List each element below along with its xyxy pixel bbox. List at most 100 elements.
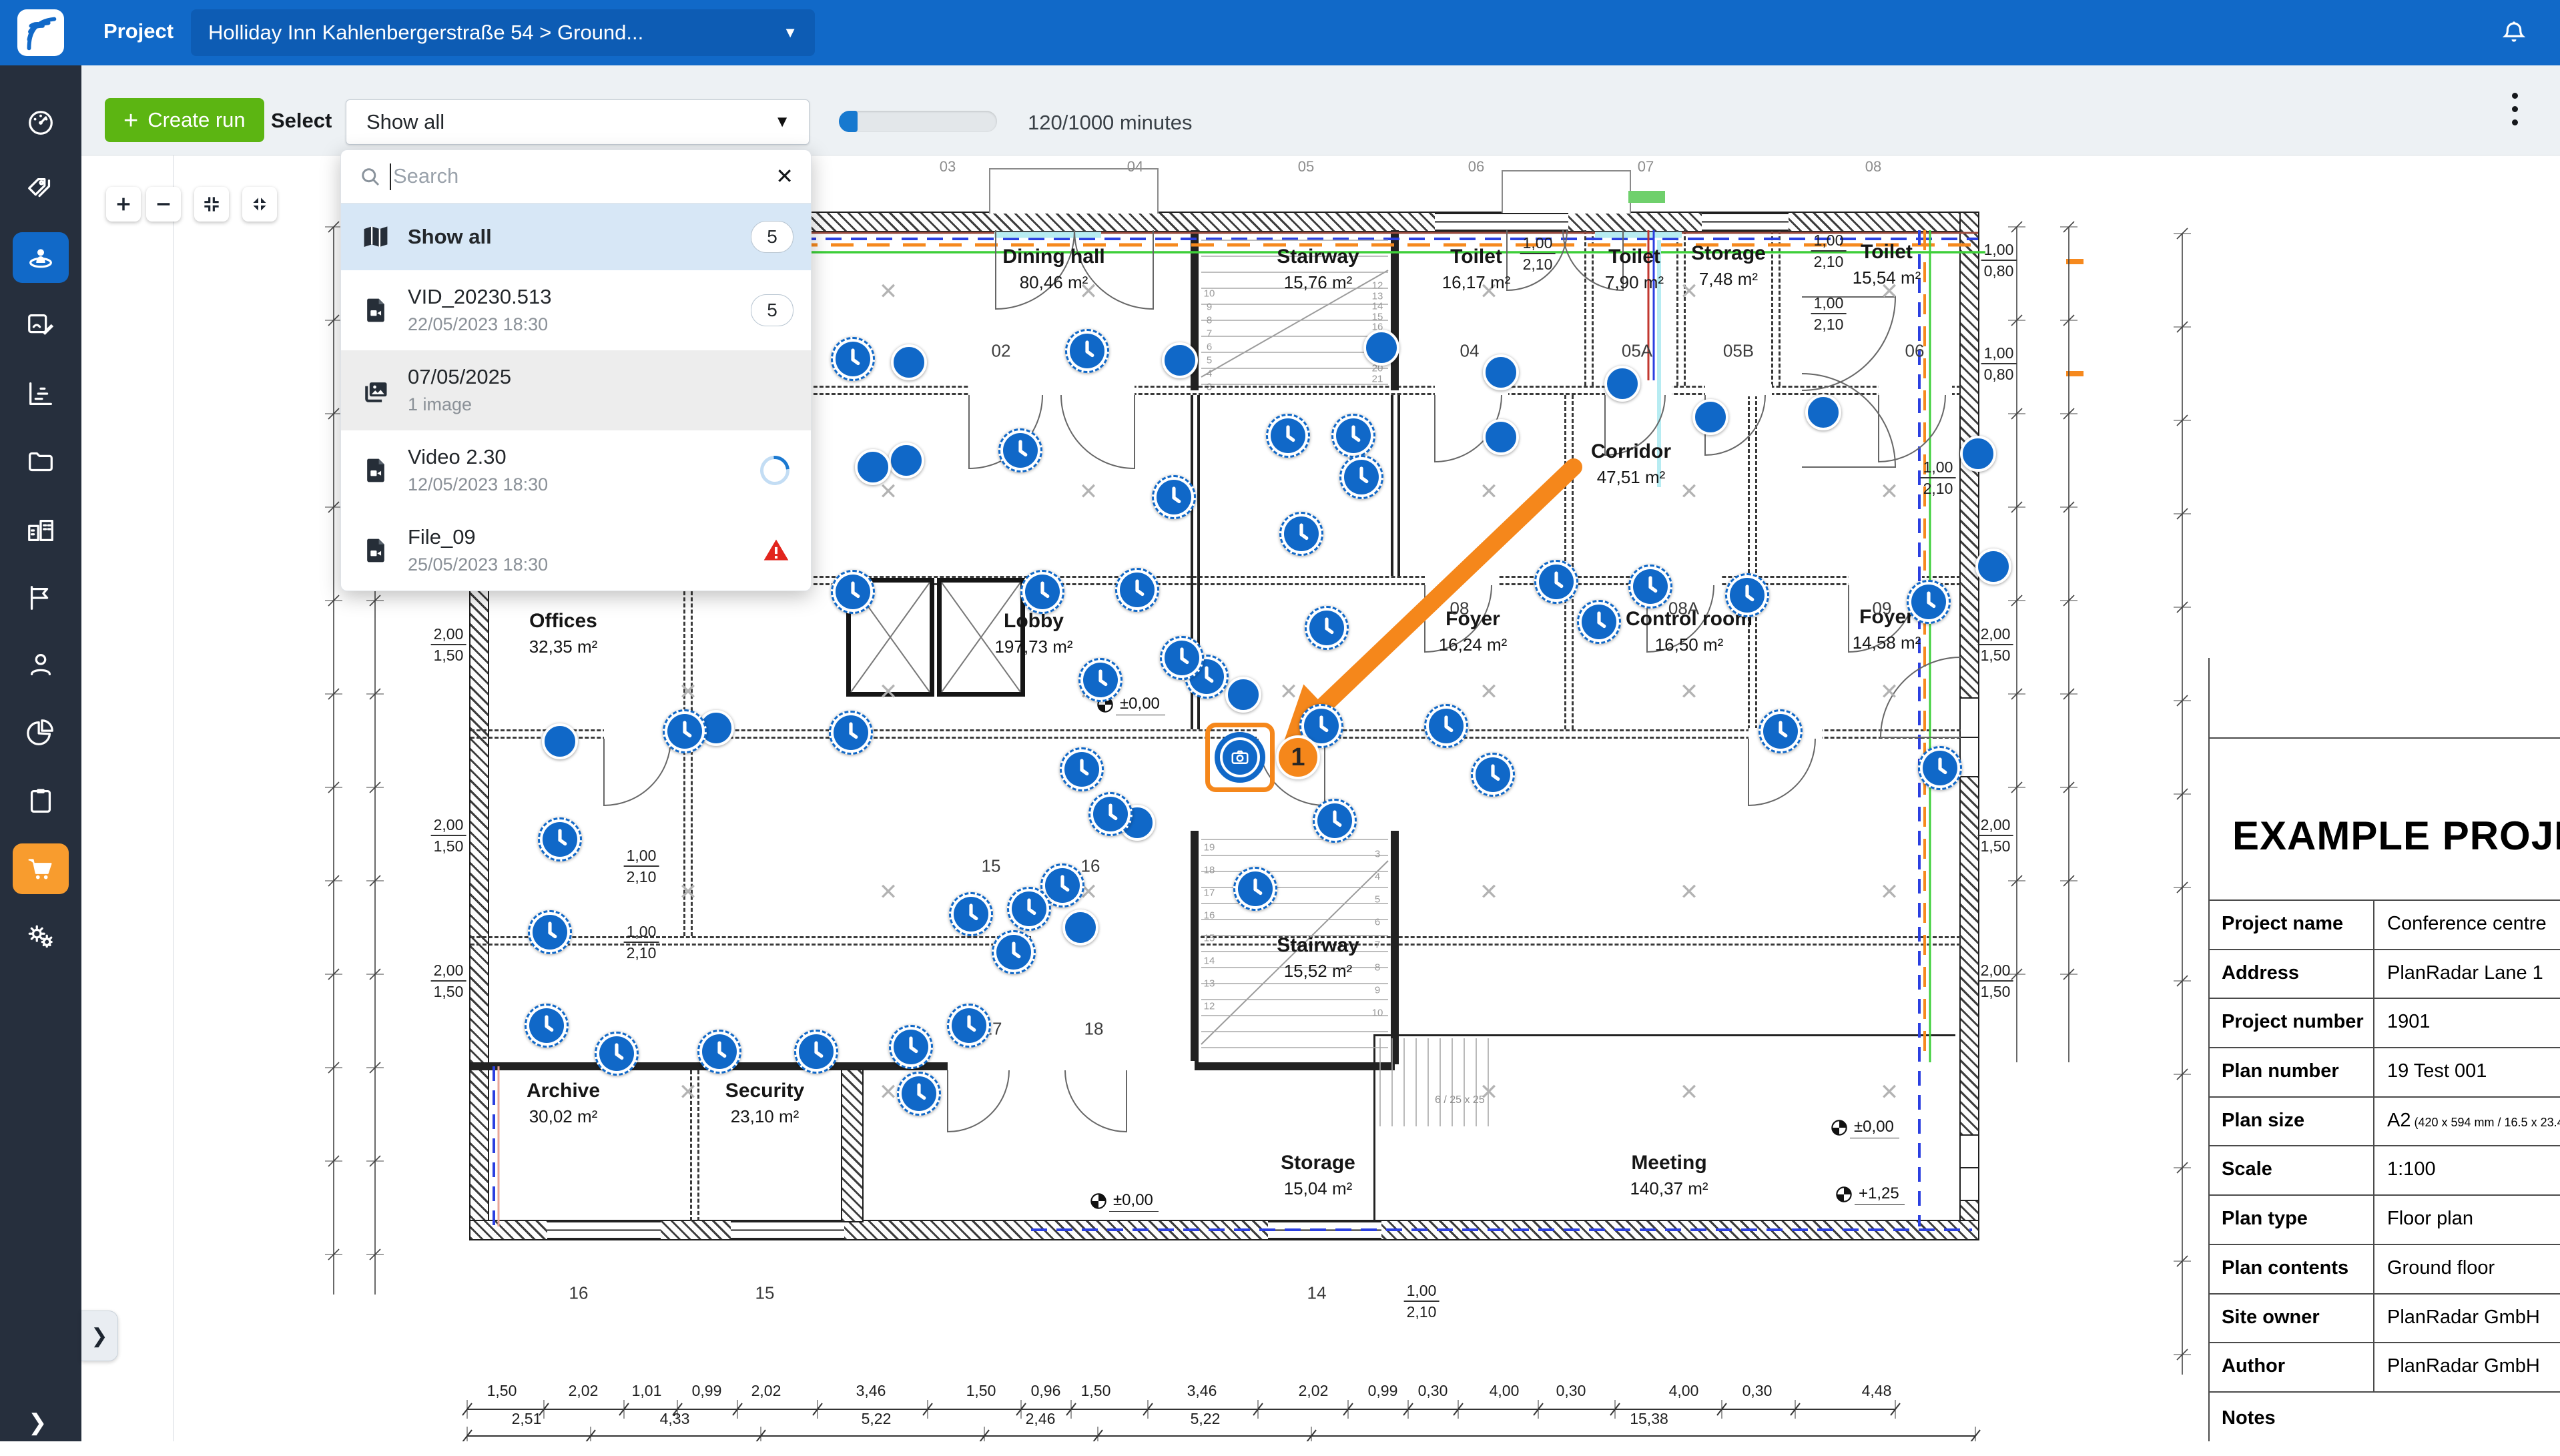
recording-marker-clock[interactable] <box>1060 747 1104 791</box>
search-input[interactable] <box>392 155 755 197</box>
filter-option-vid-20230-513[interactable]: VID_20230.51322/05/2023 18:305 <box>341 270 811 350</box>
fit-view-button[interactable] <box>194 187 229 222</box>
recording-marker-clock[interactable] <box>595 1032 639 1076</box>
recording-marker-dot[interactable] <box>1604 366 1640 402</box>
filter-option-show-all[interactable]: Show all5 <box>341 204 811 270</box>
recording-marker-clock[interactable] <box>1313 799 1357 843</box>
recording-marker-clock[interactable] <box>538 817 582 861</box>
sidebar-item-tasks[interactable] <box>13 775 69 826</box>
recording-marker-clock[interactable] <box>1331 414 1375 458</box>
recording-marker-clock[interactable] <box>831 570 875 614</box>
recording-marker-clock[interactable] <box>1020 570 1064 614</box>
recording-marker-clock[interactable] <box>1424 704 1468 748</box>
recording-marker-clock[interactable] <box>794 1030 838 1074</box>
notifications-bell-icon[interactable] <box>2500 19 2528 47</box>
marker-count-bubble[interactable]: 1 <box>1276 735 1320 779</box>
recording-marker-dot[interactable] <box>1975 549 2011 585</box>
recording-marker-clock[interactable] <box>897 1072 941 1116</box>
recording-marker-clock[interactable] <box>1065 329 1109 373</box>
sidebar-item-tags[interactable] <box>13 164 69 215</box>
recording-marker-clock[interactable] <box>1534 560 1578 604</box>
recording-marker-clock[interactable] <box>1758 709 1803 753</box>
recording-marker-clock[interactable] <box>1628 565 1672 609</box>
recording-marker-clock[interactable] <box>1233 867 1277 911</box>
recording-marker-clock[interactable] <box>697 1030 741 1074</box>
recording-marker-clock[interactable] <box>992 930 1036 974</box>
zoom-in-button[interactable] <box>106 187 141 222</box>
collapse-view-button[interactable] <box>242 187 277 222</box>
sidebar-item-reports[interactable] <box>13 707 69 758</box>
row-label: Project number <box>2222 1011 2364 1033</box>
recording-marker-dot[interactable] <box>1225 677 1261 713</box>
recording-marker-clock[interactable] <box>1339 455 1383 499</box>
stair-tread-number: 8 <box>1375 962 1380 974</box>
recording-marker-clock[interactable] <box>1088 792 1133 836</box>
recording-marker-clock[interactable] <box>1007 887 1051 931</box>
sidebar-item-dashboard[interactable] <box>13 97 69 148</box>
planradar-logo[interactable] <box>0 0 81 65</box>
filter-option-file-09[interactable]: File_0925/05/2023 18:30 <box>341 510 811 591</box>
sidebar-item-documents[interactable] <box>13 436 69 487</box>
recording-marker-dot[interactable] <box>1805 394 1841 430</box>
camera-marker[interactable] <box>1215 732 1265 783</box>
sidebar-item-plan-markup[interactable] <box>13 300 69 351</box>
recording-marker-clock[interactable] <box>528 910 572 954</box>
chevron-down-icon: ▼ <box>783 9 797 56</box>
recording-marker-dot[interactable] <box>888 442 924 478</box>
recording-marker-dot[interactable] <box>1483 419 1519 455</box>
column-grid-mark: ✕ <box>1680 679 1699 705</box>
sidebar-item-shop[interactable] <box>13 843 69 894</box>
recording-marker-clock[interactable] <box>829 711 873 755</box>
recording-marker-dot[interactable] <box>1363 330 1399 366</box>
recording-marker-dot[interactable] <box>1483 354 1519 390</box>
recording-marker-clock[interactable] <box>1115 568 1159 612</box>
recording-marker-clock[interactable] <box>831 337 875 381</box>
recording-marker-dot[interactable] <box>1960 436 1996 472</box>
recording-marker-clock[interactable] <box>998 428 1042 472</box>
sidebar-item-site-view[interactable] <box>13 232 69 283</box>
door-tag: 08 <box>1450 599 1470 619</box>
recording-marker-clock[interactable] <box>1152 475 1196 519</box>
filter-option-07-05-2025[interactable]: 07/05/20251 image <box>341 350 811 430</box>
clock-icon <box>1157 480 1191 514</box>
recording-marker-clock[interactable] <box>1266 414 1310 458</box>
recording-marker-clock[interactable] <box>947 1004 991 1048</box>
recording-marker-clock[interactable] <box>1160 636 1204 680</box>
stair-tread-number: 10 <box>1204 288 1215 300</box>
sidebar-item-company[interactable] <box>13 504 69 555</box>
zoom-out-button[interactable] <box>146 187 181 222</box>
recording-marker-clock[interactable] <box>889 1025 933 1069</box>
sidebar-item-contacts[interactable] <box>13 639 69 690</box>
recording-marker-dot[interactable] <box>542 723 578 759</box>
close-icon[interactable]: ✕ <box>775 163 793 189</box>
plan-page-edge <box>173 155 174 1441</box>
project-dropdown[interactable]: Holliday Inn Kahlenbergerstraße 54 > Gro… <box>191 9 815 56</box>
column-grid-mark: ✕ <box>679 1079 698 1106</box>
recording-marker-clock[interactable] <box>1725 573 1769 617</box>
recording-marker-clock[interactable] <box>525 1004 569 1048</box>
recording-marker-clock[interactable] <box>1577 600 1621 644</box>
recording-marker-dot[interactable] <box>1062 909 1098 946</box>
recording-marker-dot[interactable] <box>1692 399 1728 435</box>
door-tag: 04 <box>1460 341 1480 362</box>
layer-filter-select[interactable]: Show all ▼ <box>346 99 810 145</box>
recording-marker-dot[interactable] <box>1162 342 1198 378</box>
recording-marker-clock[interactable] <box>1279 512 1323 556</box>
create-run-button[interactable]: +Create run <box>105 98 264 142</box>
recording-marker-clock[interactable] <box>949 892 993 936</box>
sidebar-item-statistics[interactable] <box>13 368 69 419</box>
recording-marker-clock[interactable] <box>663 709 707 753</box>
recording-marker-clock[interactable] <box>1078 658 1123 702</box>
sidebar-item-flags[interactable] <box>13 573 69 623</box>
recording-marker-dot[interactable] <box>855 449 891 485</box>
recording-marker-clock[interactable] <box>1305 606 1349 650</box>
recording-marker-dot[interactable] <box>891 344 927 380</box>
recording-marker-clock[interactable] <box>1471 753 1515 797</box>
filter-option-video-2-30[interactable]: Video 2.3012/05/2023 18:30 <box>341 430 811 510</box>
sidebar-item-settings[interactable] <box>13 912 69 962</box>
recording-marker-clock[interactable] <box>1918 746 1962 790</box>
panel-expand-tab[interactable]: ❯ <box>81 1311 118 1361</box>
sidebar-collapse-chevron-icon[interactable]: ❯ <box>28 1409 47 1436</box>
more-options-kebab-icon[interactable] <box>2501 89 2528 131</box>
recording-marker-clock[interactable] <box>1907 580 1951 624</box>
